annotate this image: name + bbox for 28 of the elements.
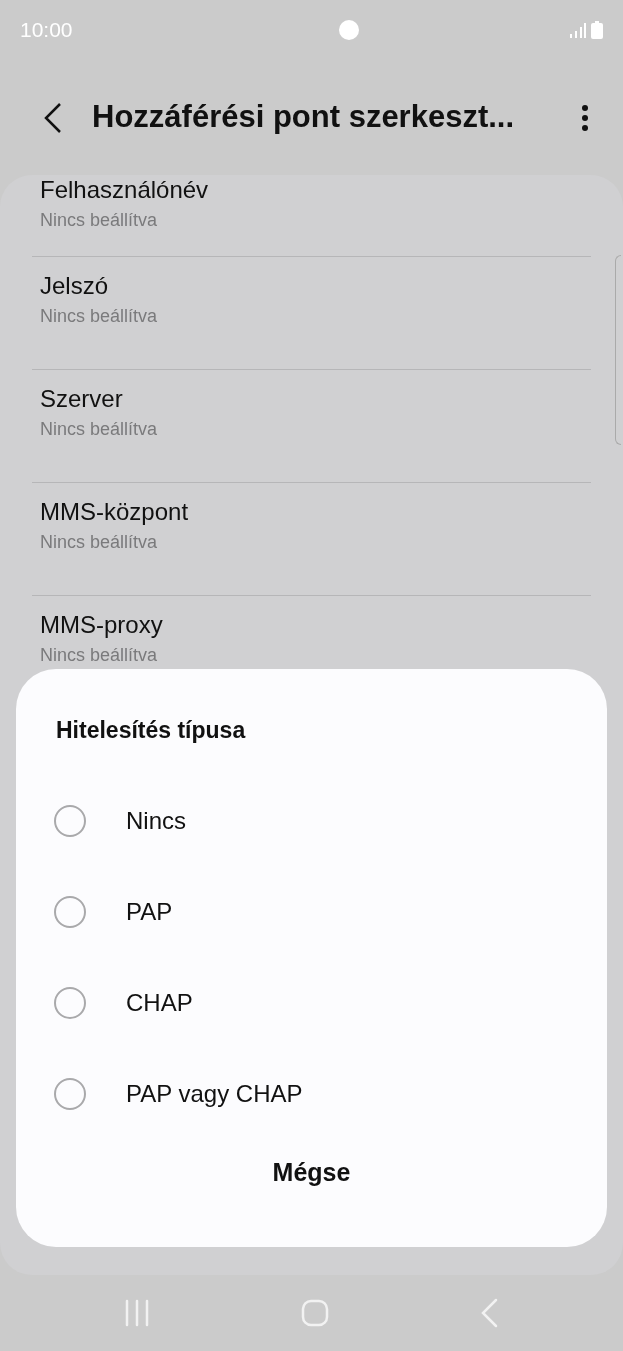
radio-button[interactable]	[54, 896, 86, 928]
camera-dot-icon	[337, 19, 360, 41]
radio-button[interactable]	[54, 805, 86, 837]
setting-value: Nincs beállítva	[40, 531, 158, 554]
setting-value: Nincs beállítva	[40, 644, 158, 667]
radio-option[interactable]: Nincs	[16, 775, 607, 867]
page-title: Hozzáférési pont szerkeszt...	[92, 98, 516, 137]
recent-apps-icon[interactable]	[123, 1299, 150, 1327]
setting-value: Nincs beállítva	[40, 305, 158, 328]
home-icon[interactable]	[300, 1299, 329, 1327]
cancel-button[interactable]: Mégse	[252, 1147, 371, 1197]
battery-icon	[591, 21, 603, 39]
setting-title[interactable]: Jelszó	[40, 271, 109, 301]
setting-title[interactable]: MMS-proxy	[40, 610, 163, 640]
signal-icon	[569, 22, 587, 38]
setting-title[interactable]: Felhasználónév	[40, 175, 209, 205]
dialog-title: Hitelesítés típusa	[55, 716, 247, 745]
radio-option[interactable]: PAP	[16, 866, 607, 958]
setting-value: Nincs beállítva	[40, 209, 158, 232]
setting-value: Nincs beállítva	[40, 418, 158, 441]
radio-option[interactable]: PAP vagy CHAP	[16, 1048, 607, 1140]
back-icon[interactable]	[42, 101, 64, 134]
radio-button[interactable]	[54, 1078, 86, 1110]
more-options-icon[interactable]	[581, 103, 589, 132]
radio-button[interactable]	[54, 987, 86, 1019]
radio-option[interactable]: CHAP	[16, 957, 607, 1049]
setting-title[interactable]: Szerver	[40, 384, 123, 414]
setting-title[interactable]: MMS-központ	[40, 497, 189, 527]
